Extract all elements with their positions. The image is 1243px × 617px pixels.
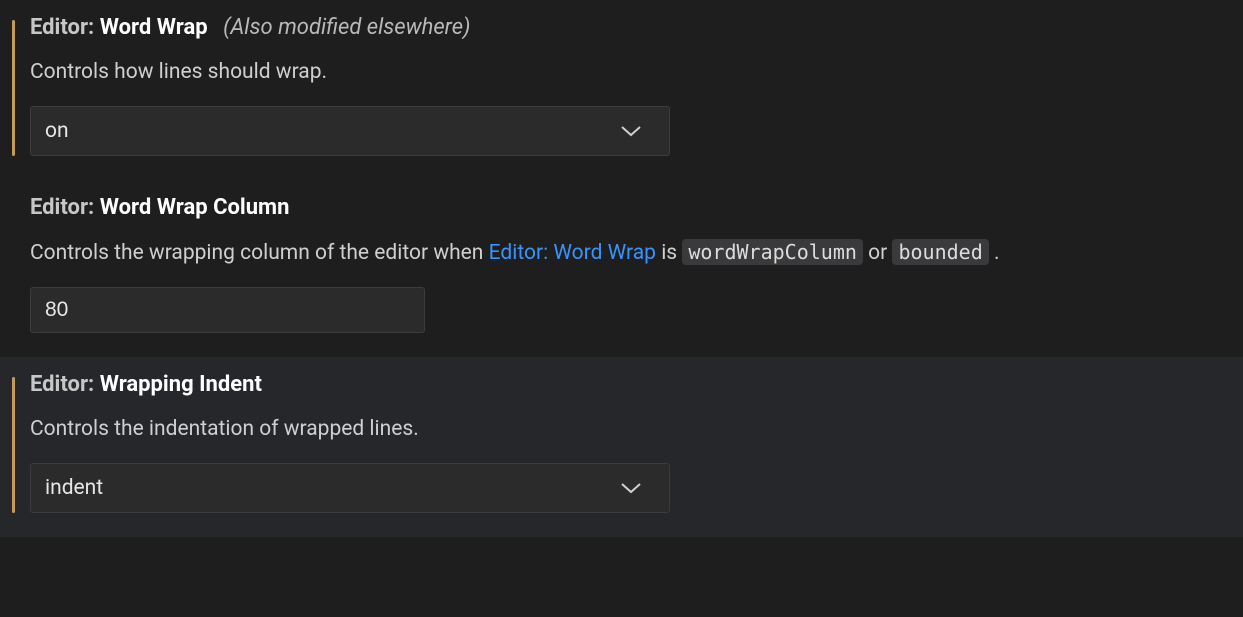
- setting-title: Editor: Wrapping Indent: [30, 371, 1243, 400]
- code-token: bounded: [892, 239, 988, 265]
- editor-word-wrap-link[interactable]: Editor: Word Wrap: [489, 241, 656, 265]
- setting-modified-note: (Also modified elsewhere): [223, 15, 470, 40]
- wrapping-indent-select-wrap: indent: [30, 463, 670, 513]
- word-wrap-select-value: on: [45, 119, 69, 143]
- setting-description: Controls how lines should wrap.: [30, 57, 1243, 89]
- desc-text: Controls the wrapping column of the edit…: [30, 241, 489, 265]
- desc-text: .: [994, 241, 1000, 265]
- desc-text: is: [661, 241, 682, 265]
- setting-title: Editor: Word Wrap (Also modified elsewhe…: [30, 14, 1243, 43]
- code-token: wordWrapColumn: [682, 239, 863, 265]
- setting-category: Editor:: [30, 195, 94, 220]
- word-wrap-select-wrap: on: [30, 106, 670, 156]
- wrapping-indent-select-value: indent: [45, 476, 103, 500]
- setting-title: Editor: Word Wrap Column: [30, 194, 1243, 223]
- setting-description: Controls the indentation of wrapped line…: [30, 414, 1243, 446]
- setting-wrapping-indent: Editor: Wrapping Indent Controls the ind…: [0, 357, 1243, 537]
- settings-list: Editor: Word Wrap (Also modified elsewhe…: [0, 0, 1243, 537]
- setting-word-wrap: Editor: Word Wrap (Also modified elsewhe…: [0, 0, 1243, 180]
- desc-text: or: [868, 241, 892, 265]
- setting-category: Editor:: [30, 372, 94, 397]
- wrapping-indent-select[interactable]: indent: [30, 463, 670, 513]
- setting-name: Word Wrap: [100, 15, 208, 40]
- setting-word-wrap-column: Editor: Word Wrap Column Controls the wr…: [0, 180, 1243, 357]
- word-wrap-select[interactable]: on: [30, 106, 670, 156]
- setting-name: Word Wrap Column: [100, 195, 290, 220]
- setting-category: Editor:: [30, 15, 94, 40]
- setting-description: Controls the wrapping column of the edit…: [30, 237, 1243, 270]
- setting-name: Wrapping Indent: [100, 372, 262, 397]
- word-wrap-column-input[interactable]: [30, 287, 425, 333]
